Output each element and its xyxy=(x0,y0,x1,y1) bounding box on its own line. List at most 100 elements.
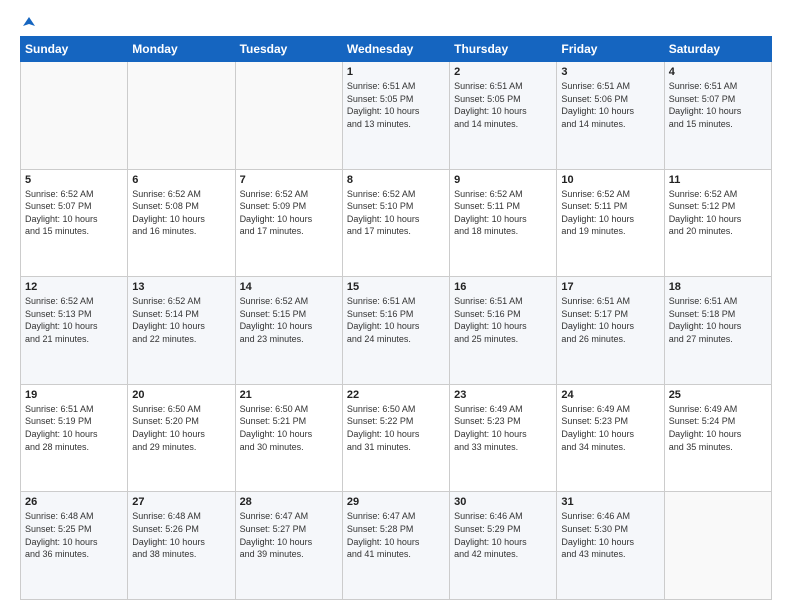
day-number: 1 xyxy=(347,66,445,78)
weekday-header-thursday: Thursday xyxy=(450,37,557,62)
day-number: 25 xyxy=(669,389,767,401)
day-info: Sunrise: 6:47 AM Sunset: 5:28 PM Dayligh… xyxy=(347,510,445,560)
day-info: Sunrise: 6:51 AM Sunset: 5:16 PM Dayligh… xyxy=(347,295,445,345)
calendar-cell: 11 Sunrise: 6:52 AM Sunset: 5:12 PM Dayli… xyxy=(664,169,771,277)
weekday-header-tuesday: Tuesday xyxy=(235,37,342,62)
calendar-cell: 19 Sunrise: 6:51 AM Sunset: 5:19 PM Dayli… xyxy=(21,384,128,492)
day-number: 6 xyxy=(132,174,230,186)
calendar-week-5: 26 Sunrise: 6:48 AM Sunset: 5:25 PM Dayli… xyxy=(21,492,772,600)
day-number: 5 xyxy=(25,174,123,186)
calendar-cell: 26 Sunrise: 6:48 AM Sunset: 5:25 PM Dayli… xyxy=(21,492,128,600)
calendar-cell: 1 Sunrise: 6:51 AM Sunset: 5:05 PM Daylig… xyxy=(342,62,449,170)
day-number: 29 xyxy=(347,496,445,508)
calendar-cell: 30 Sunrise: 6:46 AM Sunset: 5:29 PM Dayli… xyxy=(450,492,557,600)
calendar-cell: 22 Sunrise: 6:50 AM Sunset: 5:22 PM Dayli… xyxy=(342,384,449,492)
calendar-cell: 10 Sunrise: 6:52 AM Sunset: 5:11 PM Dayli… xyxy=(557,169,664,277)
day-info: Sunrise: 6:52 AM Sunset: 5:14 PM Dayligh… xyxy=(132,295,230,345)
weekday-header-wednesday: Wednesday xyxy=(342,37,449,62)
calendar-cell: 2 Sunrise: 6:51 AM Sunset: 5:05 PM Daylig… xyxy=(450,62,557,170)
day-number: 16 xyxy=(454,281,552,293)
weekday-header-row: SundayMondayTuesdayWednesdayThursdayFrid… xyxy=(21,37,772,62)
calendar-week-1: 1 Sunrise: 6:51 AM Sunset: 5:05 PM Daylig… xyxy=(21,62,772,170)
day-number: 26 xyxy=(25,496,123,508)
calendar-week-4: 19 Sunrise: 6:51 AM Sunset: 5:19 PM Dayli… xyxy=(21,384,772,492)
day-info: Sunrise: 6:49 AM Sunset: 5:23 PM Dayligh… xyxy=(561,403,659,453)
day-number: 18 xyxy=(669,281,767,293)
day-number: 20 xyxy=(132,389,230,401)
calendar-cell: 8 Sunrise: 6:52 AM Sunset: 5:10 PM Daylig… xyxy=(342,169,449,277)
day-info: Sunrise: 6:51 AM Sunset: 5:16 PM Dayligh… xyxy=(454,295,552,345)
calendar-cell: 12 Sunrise: 6:52 AM Sunset: 5:13 PM Dayli… xyxy=(21,277,128,385)
day-info: Sunrise: 6:51 AM Sunset: 5:17 PM Dayligh… xyxy=(561,295,659,345)
day-info: Sunrise: 6:51 AM Sunset: 5:06 PM Dayligh… xyxy=(561,80,659,130)
day-info: Sunrise: 6:52 AM Sunset: 5:11 PM Dayligh… xyxy=(561,188,659,238)
day-number: 19 xyxy=(25,389,123,401)
day-info: Sunrise: 6:52 AM Sunset: 5:15 PM Dayligh… xyxy=(240,295,338,345)
day-number: 3 xyxy=(561,66,659,78)
calendar-cell: 14 Sunrise: 6:52 AM Sunset: 5:15 PM Dayli… xyxy=(235,277,342,385)
day-info: Sunrise: 6:52 AM Sunset: 5:12 PM Dayligh… xyxy=(669,188,767,238)
calendar-cell: 31Sunrise: 6:46 AM Sunset: 5:30 PM Dayli… xyxy=(557,492,664,600)
calendar-cell: 20 Sunrise: 6:50 AM Sunset: 5:20 PM Dayli… xyxy=(128,384,235,492)
calendar-cell: 13 Sunrise: 6:52 AM Sunset: 5:14 PM Dayli… xyxy=(128,277,235,385)
calendar-cell: 18Sunrise: 6:51 AM Sunset: 5:18 PM Dayli… xyxy=(664,277,771,385)
day-number: 31 xyxy=(561,496,659,508)
day-number: 27 xyxy=(132,496,230,508)
day-number: 12 xyxy=(25,281,123,293)
calendar-cell xyxy=(128,62,235,170)
day-info: Sunrise: 6:50 AM Sunset: 5:20 PM Dayligh… xyxy=(132,403,230,453)
day-info: Sunrise: 6:51 AM Sunset: 5:05 PM Dayligh… xyxy=(347,80,445,130)
day-number: 13 xyxy=(132,281,230,293)
day-info: Sunrise: 6:47 AM Sunset: 5:27 PM Dayligh… xyxy=(240,510,338,560)
day-number: 2 xyxy=(454,66,552,78)
day-info: Sunrise: 6:50 AM Sunset: 5:21 PM Dayligh… xyxy=(240,403,338,453)
weekday-header-saturday: Saturday xyxy=(664,37,771,62)
calendar-cell: 6 Sunrise: 6:52 AM Sunset: 5:08 PM Daylig… xyxy=(128,169,235,277)
day-number: 10 xyxy=(561,174,659,186)
logo xyxy=(20,16,36,28)
calendar-cell: 21 Sunrise: 6:50 AM Sunset: 5:21 PM Dayli… xyxy=(235,384,342,492)
header xyxy=(20,16,772,28)
day-info: Sunrise: 6:49 AM Sunset: 5:24 PM Dayligh… xyxy=(669,403,767,453)
day-info: Sunrise: 6:52 AM Sunset: 5:13 PM Dayligh… xyxy=(25,295,123,345)
calendar-cell: 27 Sunrise: 6:48 AM Sunset: 5:26 PM Dayli… xyxy=(128,492,235,600)
calendar-cell: 24 Sunrise: 6:49 AM Sunset: 5:23 PM Dayli… xyxy=(557,384,664,492)
day-info: Sunrise: 6:51 AM Sunset: 5:19 PM Dayligh… xyxy=(25,403,123,453)
calendar-cell: 9Sunrise: 6:52 AM Sunset: 5:11 PM Daylig… xyxy=(450,169,557,277)
day-number: 28 xyxy=(240,496,338,508)
day-info: Sunrise: 6:48 AM Sunset: 5:25 PM Dayligh… xyxy=(25,510,123,560)
calendar-cell: 3 Sunrise: 6:51 AM Sunset: 5:06 PM Daylig… xyxy=(557,62,664,170)
day-info: Sunrise: 6:51 AM Sunset: 5:05 PM Dayligh… xyxy=(454,80,552,130)
day-number: 24 xyxy=(561,389,659,401)
day-info: Sunrise: 6:52 AM Sunset: 5:08 PM Dayligh… xyxy=(132,188,230,238)
day-number: 23 xyxy=(454,389,552,401)
calendar-table: SundayMondayTuesdayWednesdayThursdayFrid… xyxy=(20,36,772,600)
calendar-week-3: 12 Sunrise: 6:52 AM Sunset: 5:13 PM Dayli… xyxy=(21,277,772,385)
weekday-header-monday: Monday xyxy=(128,37,235,62)
day-info: Sunrise: 6:46 AM Sunset: 5:29 PM Dayligh… xyxy=(454,510,552,560)
logo-bird-icon xyxy=(22,16,36,30)
calendar-cell: 7Sunrise: 6:52 AM Sunset: 5:09 PM Daylig… xyxy=(235,169,342,277)
day-info: Sunrise: 6:52 AM Sunset: 5:11 PM Dayligh… xyxy=(454,188,552,238)
day-number: 21 xyxy=(240,389,338,401)
calendar-cell: 5Sunrise: 6:52 AM Sunset: 5:07 PM Daylig… xyxy=(21,169,128,277)
page: SundayMondayTuesdayWednesdayThursdayFrid… xyxy=(0,0,792,612)
day-number: 15 xyxy=(347,281,445,293)
calendar-week-2: 5Sunrise: 6:52 AM Sunset: 5:07 PM Daylig… xyxy=(21,169,772,277)
day-number: 8 xyxy=(347,174,445,186)
calendar-cell: 16 Sunrise: 6:51 AM Sunset: 5:16 PM Dayli… xyxy=(450,277,557,385)
weekday-header-sunday: Sunday xyxy=(21,37,128,62)
day-number: 11 xyxy=(669,174,767,186)
day-info: Sunrise: 6:48 AM Sunset: 5:26 PM Dayligh… xyxy=(132,510,230,560)
day-number: 22 xyxy=(347,389,445,401)
calendar-cell: 15 Sunrise: 6:51 AM Sunset: 5:16 PM Dayli… xyxy=(342,277,449,385)
day-info: Sunrise: 6:51 AM Sunset: 5:07 PM Dayligh… xyxy=(669,80,767,130)
day-number: 17 xyxy=(561,281,659,293)
day-info: Sunrise: 6:52 AM Sunset: 5:10 PM Dayligh… xyxy=(347,188,445,238)
calendar-cell: 28 Sunrise: 6:47 AM Sunset: 5:27 PM Dayli… xyxy=(235,492,342,600)
day-number: 30 xyxy=(454,496,552,508)
day-info: Sunrise: 6:50 AM Sunset: 5:22 PM Dayligh… xyxy=(347,403,445,453)
day-number: 14 xyxy=(240,281,338,293)
calendar-cell xyxy=(21,62,128,170)
day-info: Sunrise: 6:49 AM Sunset: 5:23 PM Dayligh… xyxy=(454,403,552,453)
